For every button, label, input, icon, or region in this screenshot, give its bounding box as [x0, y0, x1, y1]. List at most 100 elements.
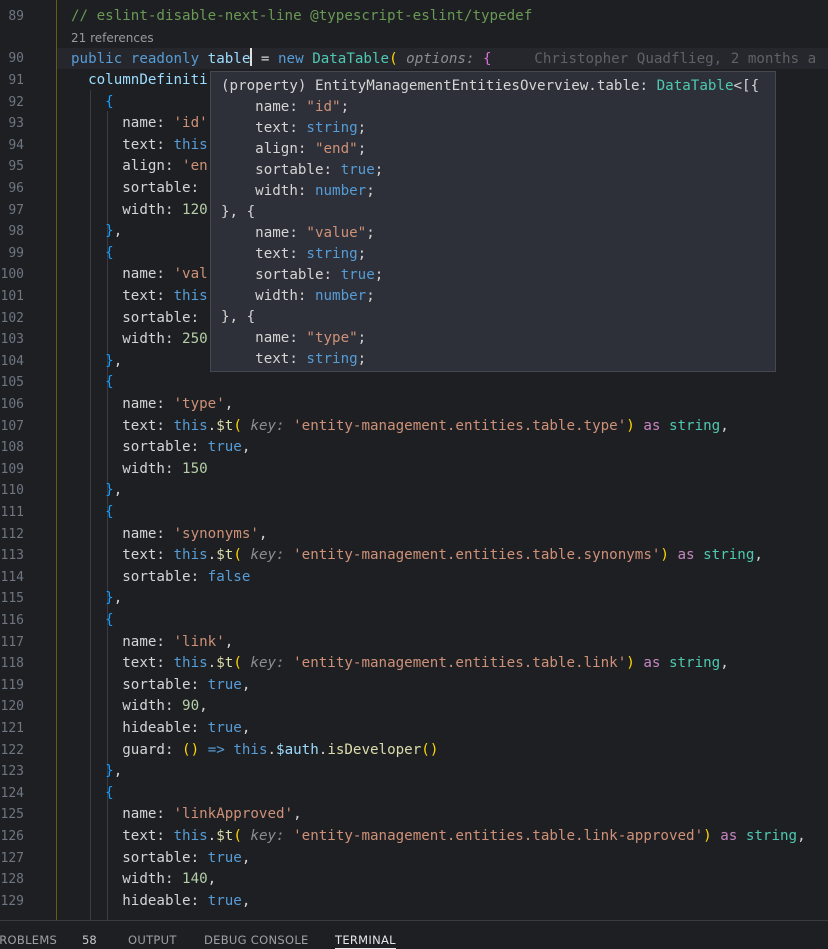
code-line[interactable]: hideable: true,: [71, 718, 250, 739]
code-line[interactable]: guard: () => this.$auth.isDeveloper(): [71, 740, 438, 761]
code-line[interactable]: {: [71, 372, 114, 393]
code-line[interactable]: {: [71, 92, 114, 113]
code-token: 'type': [173, 396, 225, 412]
code-token: ,: [224, 633, 234, 650]
git-blame-annotation: Christopher Quadflieg, 2 months a: [491, 51, 817, 67]
code-token: text:: [71, 288, 174, 304]
code-token: ): [626, 655, 635, 672]
code-token: 'entity-management.entities.table.type': [293, 417, 627, 434]
code-line[interactable]: name: 'type',: [71, 394, 233, 415]
code-line[interactable]: sortable:: [71, 178, 199, 199]
hover-line: text: string;: [221, 118, 775, 139]
code-line[interactable]: name: 'id': [71, 113, 207, 134]
hover-line: sortable: true;: [221, 265, 775, 286]
code-token: ): [703, 828, 712, 844]
code-token: 'linkApproved': [173, 806, 294, 823]
hover-token: ;: [374, 162, 384, 178]
hover-line: width: number;: [221, 181, 775, 202]
code-token: ,: [113, 223, 123, 240]
code-line[interactable]: },: [71, 761, 122, 782]
code-line[interactable]: },: [71, 221, 122, 242]
code-token: =>: [207, 741, 225, 758]
hover-token: "value": [306, 225, 367, 241]
code-line[interactable]: align: 'en: [71, 156, 208, 177]
code-token: (: [233, 417, 251, 434]
code-token: name:: [71, 396, 174, 412]
code-line[interactable]: text: this: [71, 135, 207, 156]
hover-token: (property) EntityManagementEntitiesOverv…: [221, 78, 657, 94]
code-line[interactable]: name: 'val: [71, 264, 207, 285]
code-token: (: [389, 51, 407, 67]
code-token: 'synonyms': [173, 525, 259, 542]
code-line[interactable]: width: 250: [71, 329, 207, 350]
code-line[interactable]: width: 120: [71, 200, 207, 221]
code-line[interactable]: sortable: false: [71, 567, 250, 588]
hover-token: text:: [221, 120, 307, 136]
code-line[interactable]: text: this: [71, 286, 207, 307]
code-token: .: [267, 741, 277, 758]
code-line[interactable]: hideable: true,: [71, 891, 250, 912]
code-token: {: [483, 51, 492, 67]
code-line[interactable]: width: 140,: [71, 869, 216, 890]
hover-token: ;: [357, 246, 367, 262]
hover-line: }, {: [221, 202, 775, 223]
code-token: new: [278, 51, 313, 67]
code-line[interactable]: sortable: true,: [71, 675, 250, 696]
code-line[interactable]: name: 'link',: [71, 632, 233, 653]
code-line[interactable]: {: [71, 610, 114, 631]
code-token: {: [105, 244, 114, 261]
hover-token: name:: [221, 225, 307, 241]
code-line[interactable]: name: 'synonyms',: [71, 524, 267, 545]
code-token: ,: [113, 763, 123, 780]
code-token: ,: [241, 676, 251, 693]
code-token: 140: [182, 871, 208, 888]
code-token: sortable:: [71, 180, 200, 196]
hover-token: ;: [366, 183, 375, 199]
code-token: width:: [71, 698, 183, 715]
code-line[interactable]: text: this.$t( key: 'entity-management.e…: [71, 653, 729, 674]
code-token: {: [105, 784, 114, 801]
code-line[interactable]: },: [71, 351, 122, 372]
code-line[interactable]: name: 'linkApproved',: [71, 804, 302, 825]
code-line[interactable]: width: 90,: [71, 696, 207, 717]
hover-token: true: [340, 267, 375, 283]
code-line[interactable]: {: [71, 502, 114, 523]
hover-token: number: [314, 288, 367, 304]
code-token: as: [677, 547, 704, 564]
bottom-panel-tabs: PROBLEMS 58 OUTPUT DEBUG CONSOLE TERMINA…: [0, 920, 828, 949]
hover-token: width:: [221, 183, 315, 199]
code-line[interactable]: text: this.$t( key: 'entity-management.e…: [71, 416, 729, 437]
code-line[interactable]: text: this.$t( key: 'entity-management.e…: [71, 826, 805, 847]
hover-token: ;: [357, 120, 367, 136]
code-line[interactable]: {: [71, 783, 114, 804]
code-line[interactable]: // eslint-disable-next-line @typescript-…: [71, 6, 532, 27]
code-token: public: [71, 51, 131, 67]
code-token: ,: [241, 849, 251, 866]
code-line[interactable]: sortable: true,: [71, 848, 250, 869]
code-line[interactable]: sortable: true,: [71, 437, 250, 458]
code-token: key:: [250, 417, 294, 434]
code-line[interactable]: sortable:: [71, 308, 208, 329]
code-line[interactable]: {: [71, 243, 114, 264]
code-token: isDeveloper: [327, 741, 422, 758]
code-token: }: [105, 590, 114, 607]
code-token: ,: [241, 439, 251, 456]
code-token: string: [703, 547, 755, 564]
code-token: 90: [182, 698, 200, 715]
code-line[interactable]: },: [71, 480, 122, 501]
hover-token: true: [340, 162, 375, 178]
code-token: as: [643, 655, 669, 672]
code-line[interactable]: columnDefiniti: [71, 70, 208, 91]
code-line[interactable]: width: 150: [71, 459, 207, 480]
code-token: string: [745, 828, 798, 844]
code-line[interactable]: public readonly table = new DataTable( o…: [71, 48, 816, 69]
code-line[interactable]: text: this.$t( key: 'entity-management.e…: [71, 545, 763, 566]
code-line[interactable]: },: [71, 588, 122, 609]
code-token: }: [105, 482, 114, 499]
hover-token: text:: [221, 246, 307, 262]
code-token: ,: [293, 806, 302, 823]
code-token: 'en: [182, 158, 208, 175]
